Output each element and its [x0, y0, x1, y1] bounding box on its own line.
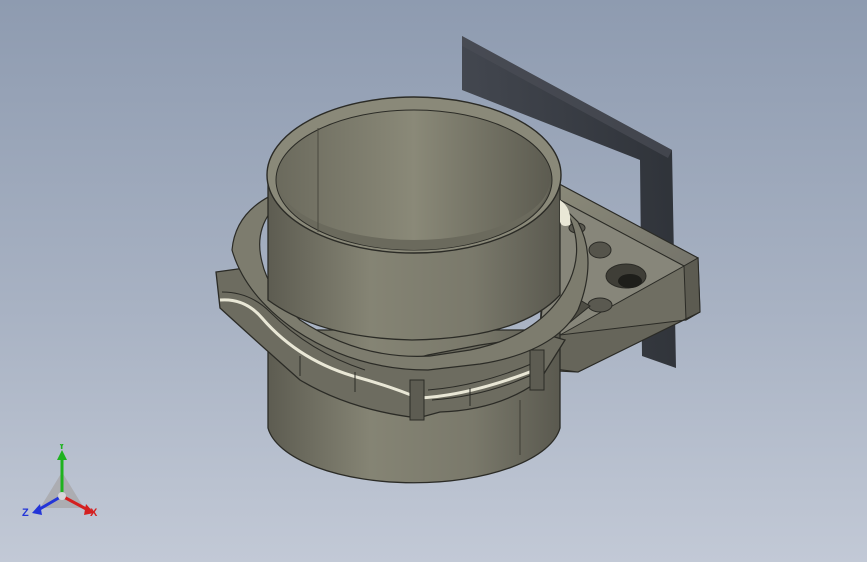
z-axis-arrow — [32, 504, 42, 515]
x-axis-label: X — [90, 507, 98, 519]
cylinder-upper[interactable] — [266, 96, 571, 341]
coordinate-triad[interactable]: Y X Z — [22, 444, 112, 534]
triad-origin — [58, 492, 66, 500]
cad-model-view[interactable] — [0, 0, 867, 562]
graphics-viewport[interactable]: Y X Z — [0, 0, 867, 562]
y-axis-label: Y — [58, 444, 66, 452]
z-axis-label: Z — [22, 507, 29, 519]
